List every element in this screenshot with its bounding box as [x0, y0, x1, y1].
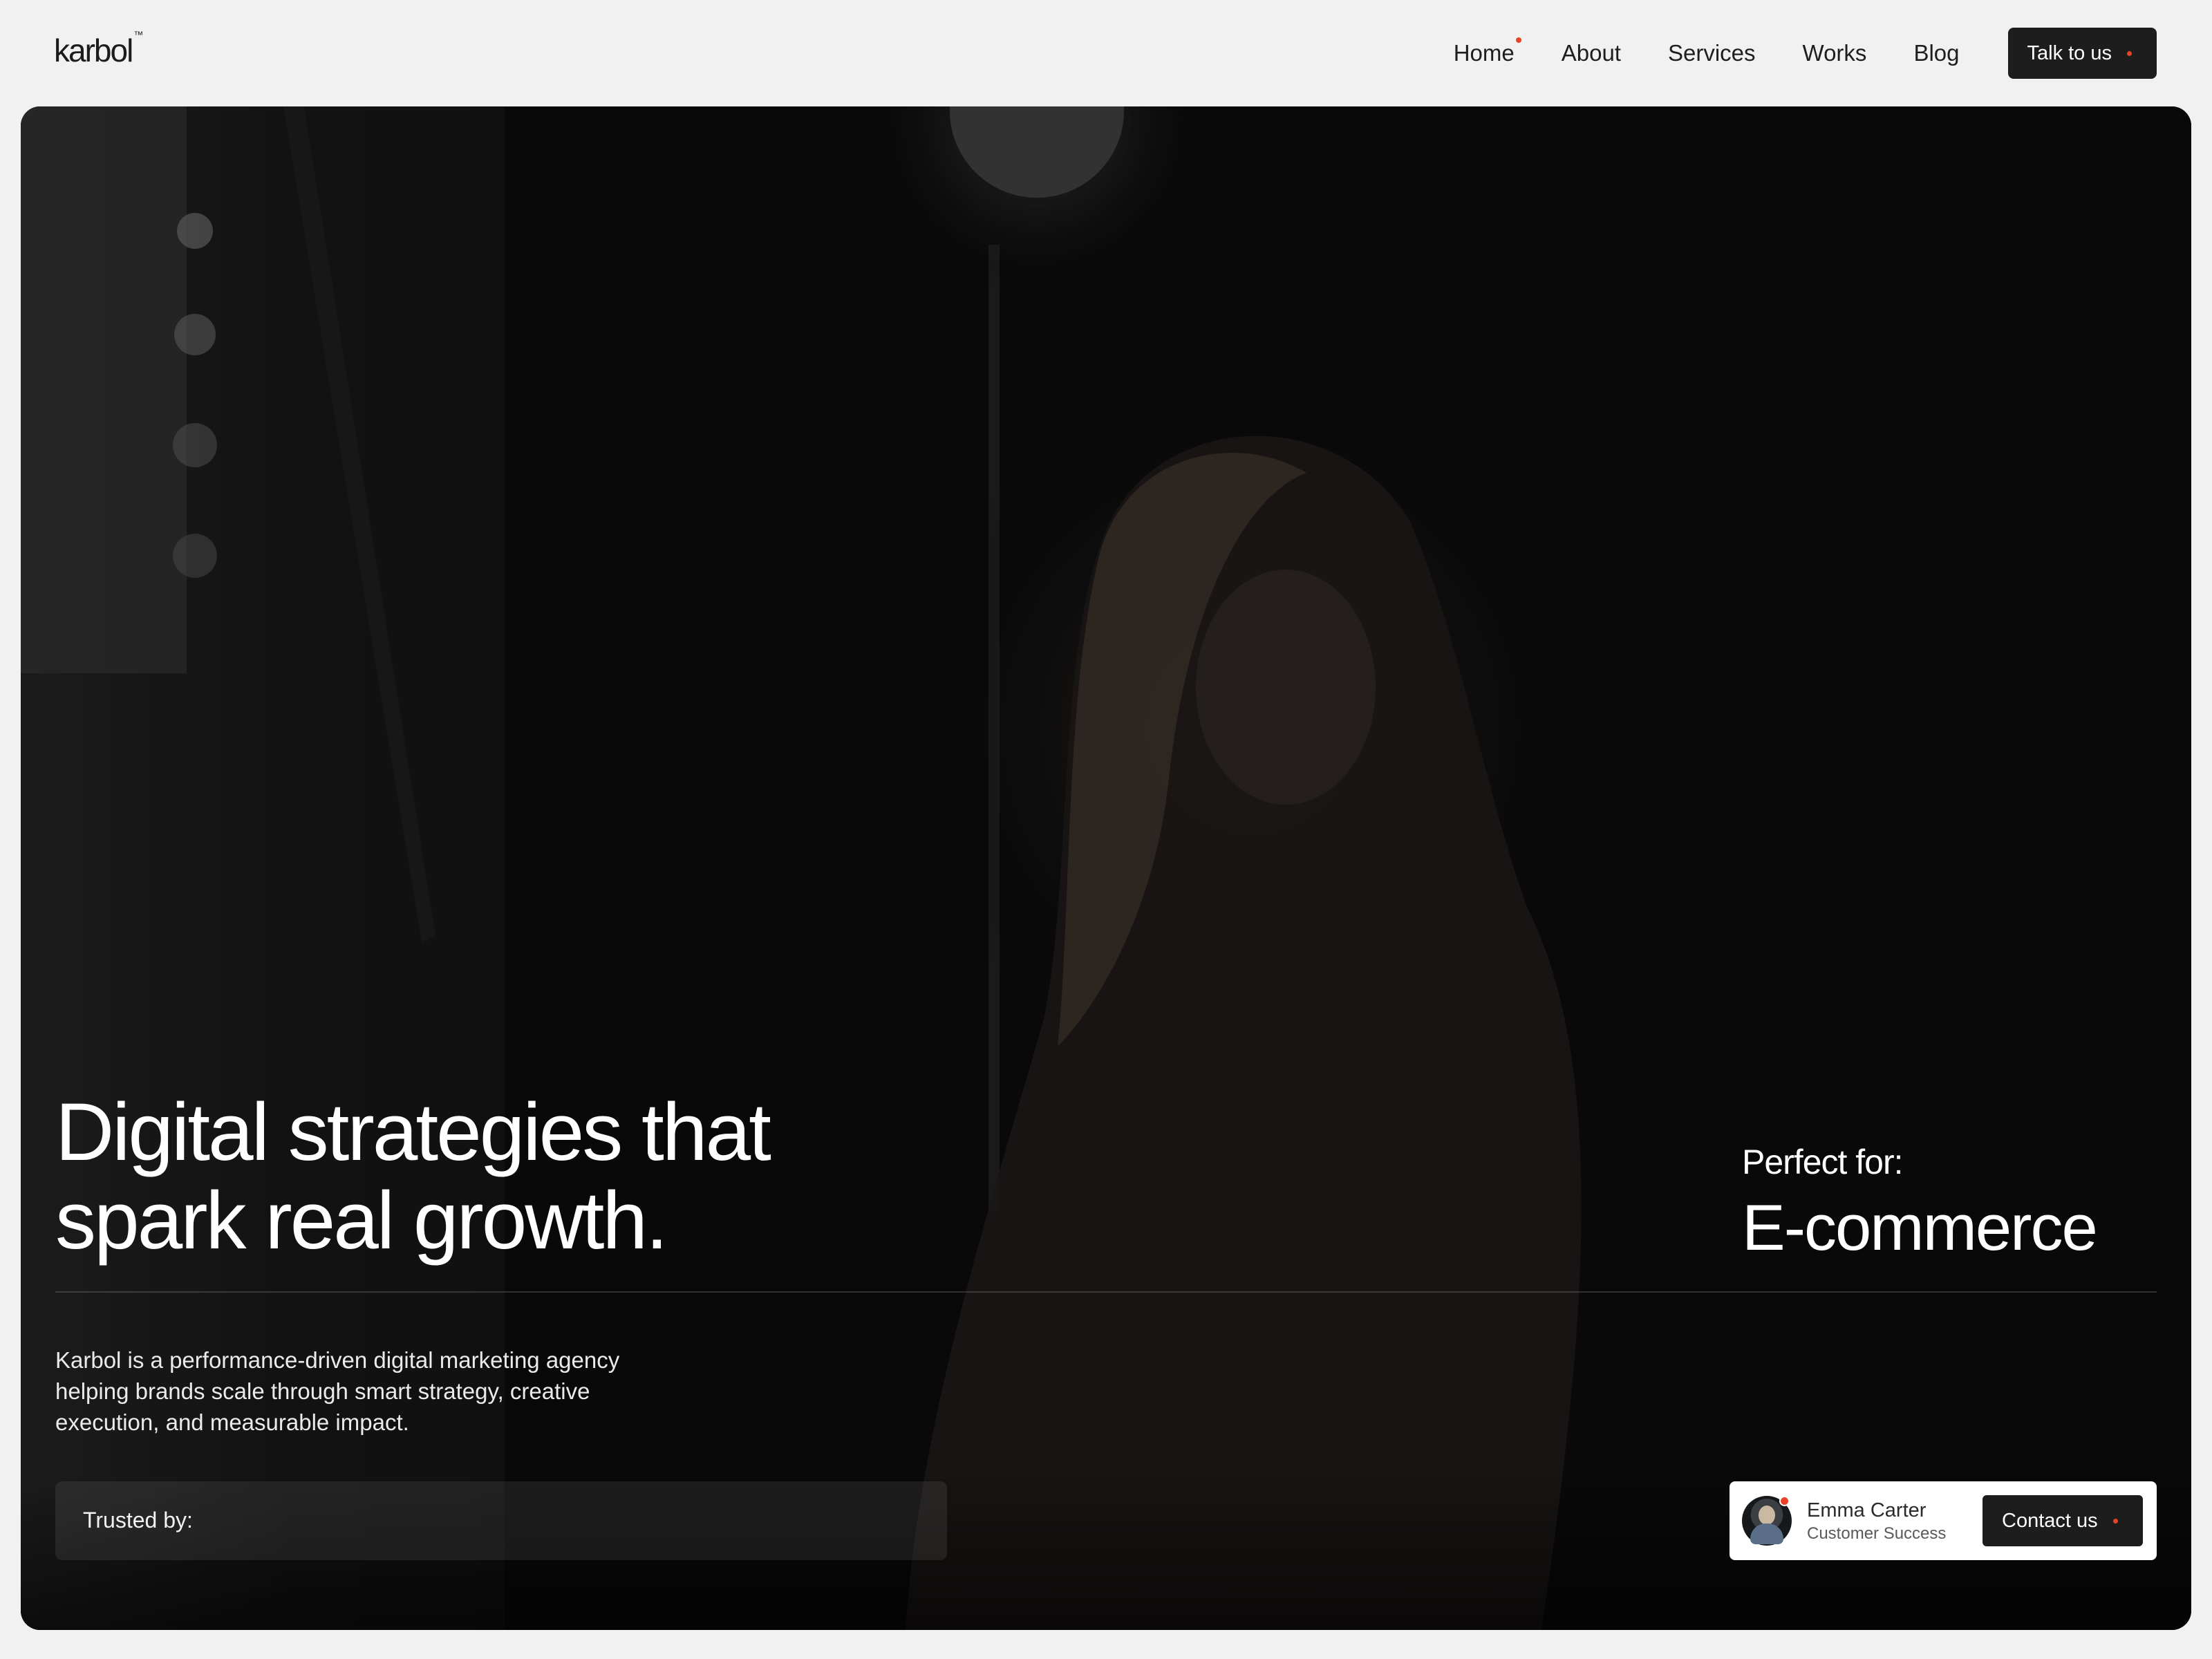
- nav-item-about[interactable]: About: [1562, 40, 1621, 66]
- perfect-for-value: E-commerce: [1742, 1191, 2098, 1264]
- accent-dot-icon: [2127, 50, 2132, 56]
- avatar-head-shape: [1759, 1506, 1775, 1525]
- contact-person-role: Customer Success: [1807, 1524, 1947, 1543]
- main-nav: Home About Services Works Blog Talk to u…: [1454, 28, 2157, 79]
- trusted-by-bar: Trusted by:: [55, 1481, 947, 1560]
- site-header: karbol ™ Home About Services Works Blog T…: [0, 0, 2212, 106]
- active-indicator-dot: [1515, 37, 1521, 43]
- accent-dot-icon: [2112, 1518, 2118, 1524]
- nav-item-blog[interactable]: Blog: [1913, 40, 1959, 66]
- nav-item-label: About: [1561, 40, 1621, 66]
- nav-item-services[interactable]: Services: [1668, 40, 1756, 66]
- talk-to-us-button[interactable]: Talk to us: [2007, 28, 2157, 79]
- contact-card: Emma Carter Customer Success Contact us: [1730, 1481, 2157, 1560]
- hero-divider: [55, 1291, 2157, 1293]
- nav-item-works[interactable]: Works: [1803, 40, 1867, 66]
- nav-item-label: Blog: [1913, 40, 1960, 66]
- trusted-by-label: Trusted by:: [83, 1508, 193, 1533]
- logo-text: karbol: [54, 32, 133, 68]
- karbol-logo[interactable]: karbol ™: [54, 29, 143, 69]
- trademark-mark: ™: [133, 29, 143, 40]
- headline-line-2: spark real growth.: [55, 1175, 668, 1266]
- user-avatar-icon: [1742, 1496, 1792, 1546]
- nav-item-home[interactable]: Home: [1453, 37, 1521, 66]
- contact-us-label: Contact us: [2002, 1509, 2098, 1532]
- hero-section: Digital strategies that spark real growt…: [21, 106, 2191, 1630]
- talk-to-us-label: Talk to us: [2027, 41, 2112, 64]
- online-status-icon: [1779, 1496, 1790, 1506]
- nav-item-label: Services: [1667, 40, 1756, 66]
- hero-description: Karbol is a performance-driven digital m…: [55, 1347, 620, 1435]
- perfect-for-label: Perfect for:: [1742, 1143, 1904, 1181]
- nav-item-label: Home: [1453, 40, 1515, 66]
- contact-us-button[interactable]: Contact us: [1983, 1495, 2143, 1546]
- headline-line-1: Digital strategies that: [55, 1087, 771, 1178]
- contact-person-name: Emma Carter: [1807, 1499, 1927, 1521]
- avatar-body-shape: [1750, 1524, 1783, 1544]
- hero-headline: Digital strategies that spark real growt…: [55, 1088, 954, 1265]
- nav-item-label: Works: [1802, 40, 1867, 66]
